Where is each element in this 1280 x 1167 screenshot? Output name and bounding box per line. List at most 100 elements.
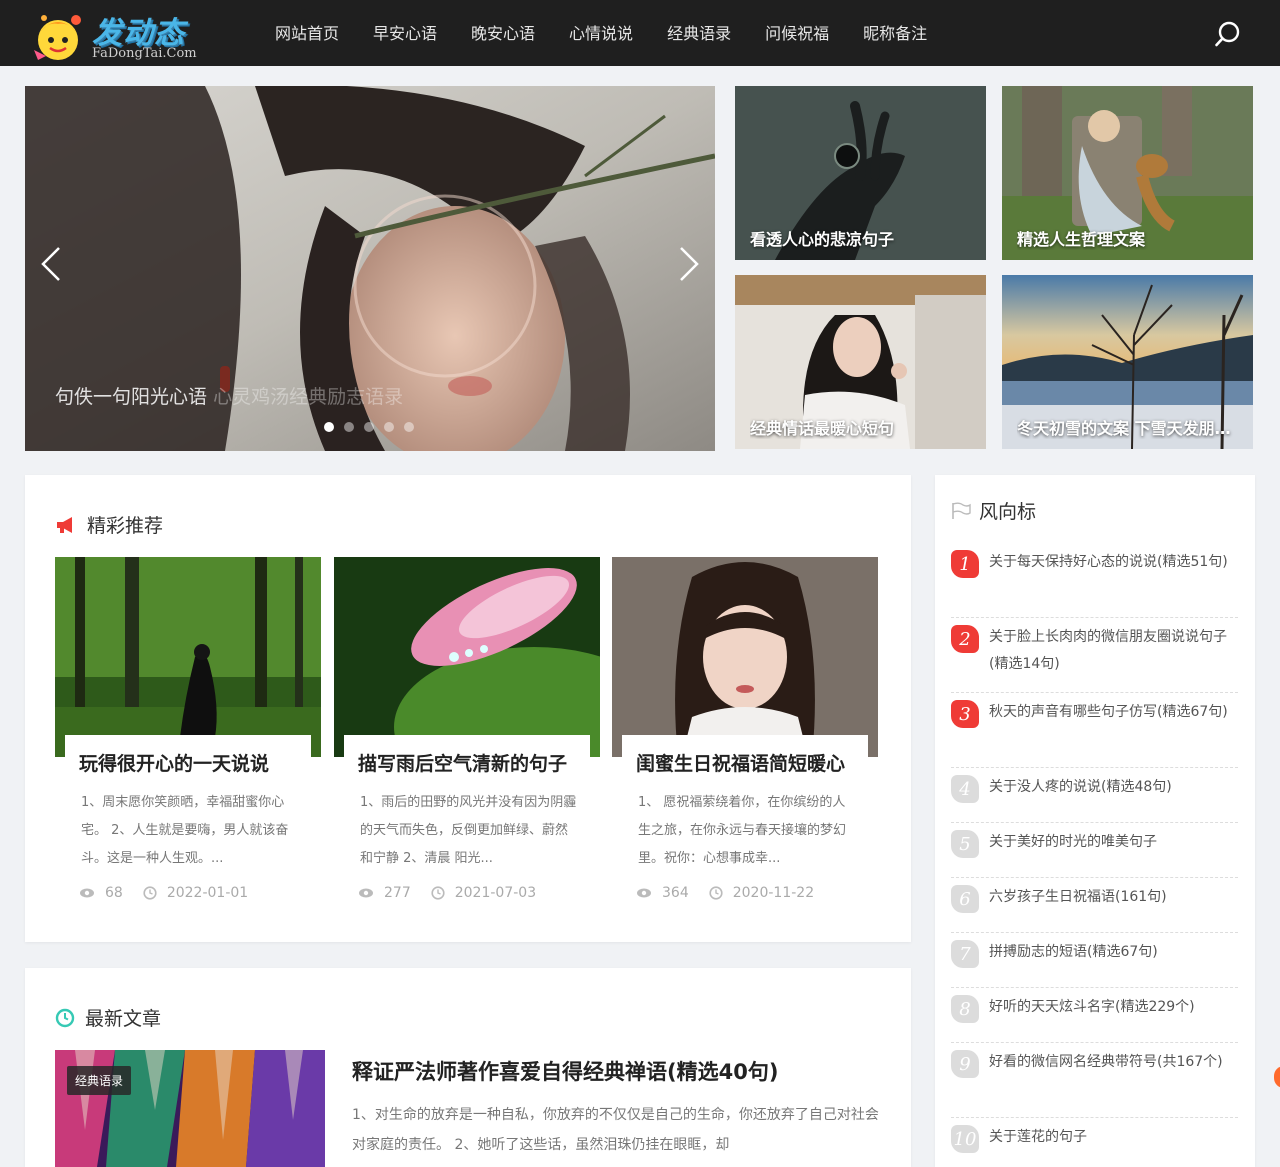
megaphone-icon	[57, 516, 72, 533]
latest-article-excerpt: 1、对生命的放弃是一种自私，你放弃的不仅仅是自己的生命，你还放弃了自己对社会对家…	[352, 1107, 879, 1153]
clock-icon	[143, 886, 157, 900]
list-item-title[interactable]: 关于美好的时光的唯美句子	[989, 834, 1157, 850]
latest-title-text: 最新文章	[85, 1008, 162, 1030]
search-icon[interactable]	[1214, 20, 1242, 48]
nav-morning[interactable]: 早安心语	[356, 0, 454, 66]
rank-badge: 1	[951, 550, 979, 578]
eye-icon	[359, 888, 373, 898]
site-logo[interactable]: 发动态 FaDongTai.Com	[28, 6, 208, 62]
list-item[interactable]: 4 关于没人疼的说说(精选48句)	[951, 768, 1238, 823]
rank-badge: 3	[951, 700, 979, 728]
rank-badge: 9	[951, 1050, 979, 1078]
thumb-card-3[interactable]: 经典情话最暖心短句	[735, 275, 986, 449]
slider-caption[interactable]: 句佚一句阳光心语 心灵鸡汤经典励志语录	[55, 382, 403, 409]
clock-icon	[431, 886, 445, 900]
nav-night[interactable]: 晚安心语	[454, 0, 552, 66]
slider-pagination	[324, 422, 414, 432]
latest-article-image[interactable]: 经典语录	[55, 1050, 325, 1167]
list-item[interactable]: 9 好看的微信网名经典带符号(共167个)	[951, 1043, 1238, 1118]
featured-title-text: 精彩推荐	[87, 515, 164, 537]
thumb-label-1: 看透人心的悲凉句子	[750, 230, 895, 249]
featured-section: 精彩推荐 玩得很开心的一天说说 1、周末愿你笑颜晒，幸福甜蜜你心宅。 2、人生就…	[25, 475, 911, 942]
list-item-title[interactable]: 秋天的声音有哪些句子仿写(精选67句)	[989, 704, 1228, 720]
logo-subtitle: FaDongTai.Com	[92, 46, 197, 61]
flag-icon	[952, 502, 971, 519]
slider-dot[interactable]	[364, 422, 374, 432]
card-excerpt-2: 1、雨后的田野的风光并没有因为阴霾的天气而失色，反倒更加鲜绿、蔚然和宁静 2、清…	[360, 795, 577, 866]
slider-dot[interactable]	[404, 422, 414, 432]
list-item[interactable]: 6 六岁孩子生日祝福语(161句)	[951, 878, 1238, 933]
main-nav: 网站首页 早安心语 晚安心语 心情说说 经典语录 问候祝福 昵称备注	[258, 0, 944, 66]
card-image-2	[334, 557, 600, 757]
card-excerpt-1: 1、周末愿你笑颜晒，幸福甜蜜你心宅。 2、人生就是要嗨，男人就该奋斗。这是一种人…	[81, 795, 289, 866]
list-item[interactable]: 5 关于美好的时光的唯美句子	[951, 823, 1238, 878]
card-excerpt-3: 1、 愿祝福萦绕着你，在你缤纷的人生之旅，在你永远与春天接壤的梦幻里。祝你：心想…	[638, 795, 847, 866]
card-date-2: 2021-07-03	[454, 885, 537, 901]
list-item-title[interactable]: 关于没人疼的说说(精选48句)	[989, 779, 1172, 795]
list-item-title[interactable]: 六岁孩子生日祝福语(161句)	[989, 889, 1167, 905]
latest-title: 最新文章	[55, 1004, 161, 1031]
rank-badge: 10	[951, 1125, 979, 1153]
card-meta-3: 364 2020-11-22	[636, 885, 814, 901]
eye-icon	[637, 888, 651, 898]
thumb-card-4[interactable]: 冬天初雪的文案 下雪天发朋友圈的句子	[1002, 275, 1253, 449]
latest-article-title[interactable]: 释证严法师著作喜爱自得经典禅语(精选40句)	[352, 1056, 778, 1086]
hero-slider[interactable]: 句佚一句阳光心语 心灵鸡汤经典励志语录	[25, 86, 715, 451]
thumb-label-4: 冬天初雪的文案 下雪天发朋友圈的句子	[1017, 419, 1243, 438]
thumb-label-2: 精选人生哲理文案	[1017, 230, 1146, 249]
card-title-2[interactable]: 描写雨后空气清新的句子	[344, 735, 590, 785]
list-item[interactable]: 8 好听的天天炫斗名字(精选229个)	[951, 988, 1238, 1043]
card-meta-1: 68 2022-01-01	[79, 885, 248, 901]
card-meta-2: 277 2021-07-03	[358, 885, 536, 901]
nav-quotes[interactable]: 经典语录	[650, 0, 748, 66]
floating-side-button[interactable]	[1274, 1066, 1280, 1088]
trending-sidebar: 风向标 1 关于每天保持好心态的说说(精选51句) 2 关于脸上长肉肉的微信朋友圈说说…	[935, 475, 1255, 1167]
list-item-title[interactable]: 好听的天天炫斗名字(精选229个)	[989, 999, 1195, 1015]
list-item-title[interactable]: 好看的微信网名经典带符号(共167个)	[989, 1054, 1223, 1070]
card-title-3[interactable]: 闺蜜生日祝福语简短暖心	[622, 735, 868, 785]
rank-badge: 4	[951, 775, 979, 803]
rank-badge: 5	[951, 830, 979, 858]
slider-prev-arrow-icon[interactable]	[39, 244, 63, 284]
list-item[interactable]: 7 拼搏励志的短语(精选67句)	[951, 933, 1238, 988]
nav-mood[interactable]: 心情说说	[552, 0, 650, 66]
nav-nicknames[interactable]: 昵称备注	[846, 0, 944, 66]
slider-caption-next: 心灵鸡汤经典励志语录	[213, 386, 404, 408]
site-header: 发动态 FaDongTai.Com 网站首页 早安心语 晚安心语 心情说说 经典…	[0, 0, 1280, 66]
card-views-1: 68	[105, 885, 123, 901]
rank-badge: 2	[951, 625, 979, 653]
card-title-1[interactable]: 玩得很开心的一天说说	[65, 735, 311, 785]
thumb-card-2[interactable]: 精选人生哲理文案	[1002, 86, 1253, 260]
sidebar-title: 风向标	[951, 497, 1036, 524]
rank-badge: 6	[951, 885, 979, 913]
sidebar-title-text: 风向标	[979, 501, 1037, 523]
card-views-3: 364	[662, 885, 689, 901]
list-item-title[interactable]: 关于脸上长肉肉的微信朋友圈说说句子(精选14句)	[989, 629, 1227, 672]
rank-badge: 7	[951, 940, 979, 968]
thumb-card-1[interactable]: 看透人心的悲凉句子	[735, 86, 986, 260]
card-date-1: 2022-01-01	[166, 885, 249, 901]
slider-dot[interactable]	[324, 422, 334, 432]
list-item[interactable]: 2 关于脸上长肉肉的微信朋友圈说说句子(精选14句)	[951, 618, 1238, 693]
slider-next-arrow-icon[interactable]	[677, 244, 701, 284]
list-item-title[interactable]: 关于莲花的句子	[989, 1129, 1087, 1145]
featured-title: 精彩推荐	[55, 511, 163, 538]
clock-icon	[55, 1008, 75, 1027]
category-tag[interactable]: 经典语录	[67, 1066, 132, 1095]
rank-badge: 8	[951, 995, 979, 1023]
nav-home[interactable]: 网站首页	[258, 0, 356, 66]
nav-greetings[interactable]: 问候祝福	[748, 0, 846, 66]
slider-dot[interactable]	[384, 422, 394, 432]
latest-section: 最新文章 经典语录 释证严法师著作喜爱自得经典禅语(精选40句) 1、对生命的放…	[25, 968, 911, 1167]
list-item[interactable]: 10 关于莲花的句子	[951, 1118, 1238, 1167]
mascot-logo-icon	[34, 15, 81, 60]
list-item[interactable]: 1 关于每天保持好心态的说说(精选51句)	[951, 543, 1238, 618]
trending-list: 1 关于每天保持好心态的说说(精选51句) 2 关于脸上长肉肉的微信朋友圈说说句子(精…	[951, 543, 1238, 1167]
list-item-title[interactable]: 拼搏励志的短语(精选67句)	[989, 944, 1158, 960]
card-image-3	[612, 557, 878, 757]
card-date-3: 2020-11-22	[732, 885, 815, 901]
slider-dot[interactable]	[344, 422, 354, 432]
thumb-label-3: 经典情话最暖心短句	[750, 419, 895, 438]
list-item-title[interactable]: 关于每天保持好心态的说说(精选51句)	[989, 554, 1228, 570]
list-item[interactable]: 3 秋天的声音有哪些句子仿写(精选67句)	[951, 693, 1238, 768]
